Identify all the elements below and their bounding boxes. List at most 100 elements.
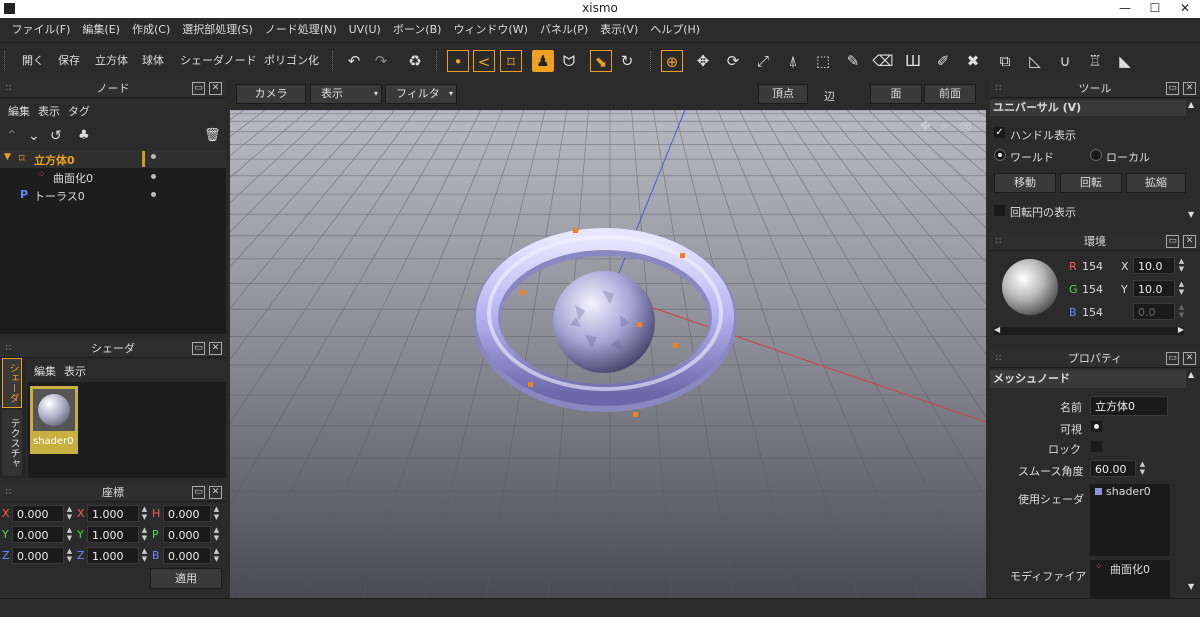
mirror-icon[interactable]: ✖ [962,50,984,72]
vertex-mode-icon[interactable]: • [447,50,469,72]
spin-icon[interactable]: ▲ ▼ [140,505,149,522]
light-z-input[interactable]: 0.0 [1133,303,1175,320]
tab-texture[interactable]: テクスチャ [2,410,22,476]
float-icon[interactable]: ▭ [192,81,205,95]
rect-select-icon[interactable]: ⬚ [812,50,834,72]
brush-icon[interactable]: ✐ [932,50,954,72]
name-input[interactable]: 立方体0 [1090,396,1168,416]
visible-dot[interactable] [151,174,156,179]
menu-bone[interactable]: ボーン(B) [387,18,448,42]
close-icon[interactable]: ✕ [209,341,222,355]
close-icon[interactable]: ✕ [1183,351,1196,365]
lock-checkbox[interactable] [1091,441,1102,452]
face-mode-icon[interactable]: ⌑ [500,50,522,72]
b-value[interactable]: 154 [1082,306,1103,319]
menu-edit[interactable]: 編集(E) [76,18,126,42]
float-icon[interactable]: ▭ [1166,234,1179,248]
undo-icon[interactable]: ↶ [343,50,365,72]
save-button[interactable]: 保存 [58,52,80,68]
scale-button[interactable]: 拡縮 [1126,173,1186,193]
scroll-down-icon[interactable]: ▼ [1188,582,1194,591]
maximize-button[interactable]: ☐ [1140,0,1170,18]
tree-row[interactable]: ⁘ 曲面化0 [0,168,226,186]
open-button[interactable]: 開く [22,52,44,68]
polygonize-button[interactable]: ポリゴン化 [264,52,319,68]
vertex-button[interactable]: 頂点 [758,84,808,104]
close-button[interactable]: ✕ [1170,0,1200,18]
paint-icon[interactable]: ◣ [1114,50,1136,72]
float-icon[interactable]: ▭ [192,485,205,499]
edge-button[interactable]: 辺 [824,88,835,104]
copy-icon[interactable]: ⧉ [994,50,1016,72]
front-button[interactable]: 前面 [924,84,976,104]
splitter[interactable] [226,80,230,598]
scale-x-input[interactable]: 1.000 [87,505,139,522]
move-down-icon[interactable]: ⌄ [28,128,40,144]
spin-icon[interactable]: ▲ ▼ [212,526,221,543]
move-up-icon[interactable]: ⌃ [6,128,18,144]
rot-h-input[interactable]: 0.000 [163,505,211,522]
tab-shader[interactable]: シェーダ [2,358,22,408]
menu-view[interactable]: 表示(V) [594,18,644,42]
r-value[interactable]: 154 [1082,260,1103,273]
close-icon[interactable]: ✕ [1183,81,1196,95]
modifier-list-box[interactable]: ⁘ 曲面化0 [1090,560,1170,598]
3d-viewport[interactable]: ✥ ⌕ ◎ [230,110,986,598]
trash-icon[interactable]: 🗑 [204,128,221,143]
light-y-input[interactable]: 10.0 [1133,280,1175,297]
spin-icon[interactable]: ▲ ▼ [1177,257,1186,274]
light-x-input[interactable]: 10.0 [1133,257,1175,274]
menu-node[interactable]: ノード処理(N) [259,18,343,42]
spin-icon[interactable]: ▲ ▼ [1177,303,1186,320]
spin-icon[interactable]: ▲ ▼ [212,505,221,522]
cube-button[interactable]: 立方体 [95,52,128,68]
float-icon[interactable]: ▭ [1166,81,1179,95]
redo-icon[interactable]: ↷ [370,50,392,72]
scroll-left-icon[interactable]: ◀ [994,325,1000,334]
pen-icon[interactable]: ✎ [842,50,864,72]
select-arrow-icon[interactable]: ⬊ [590,50,612,72]
tree-row-selected[interactable]: ▼ ⌑ 立方体0 [0,150,226,168]
camera-button[interactable]: カメラ [236,84,306,104]
rot-p-input[interactable]: 0.000 [163,526,211,543]
rotate-icon[interactable]: ⟳ [722,50,744,72]
globe-icon[interactable]: ⊕ [661,50,683,72]
shader-node-button[interactable]: シェーダノード [180,52,257,68]
menu-create[interactable]: 作成(C) [126,18,176,42]
menu-selection[interactable]: 選択部処理(S) [176,18,259,42]
pos-z-input[interactable]: 0.000 [12,547,64,564]
spin-icon[interactable]: ▲ ▼ [65,547,74,564]
menu-uv[interactable]: UV(U) [343,18,387,42]
spin-icon[interactable]: ▲ ▼ [140,547,149,564]
minimize-button[interactable]: — [1110,0,1140,18]
visible-checkbox[interactable] [1091,421,1102,432]
visible-dot[interactable] [151,154,156,159]
horizontal-scrollbar[interactable]: ◀ ▶ [994,325,1184,335]
parent-icon[interactable]: ↺ [50,128,62,144]
show-handle-checkbox[interactable]: ✓ [994,127,1005,138]
menu-file[interactable]: ファイル(F) [6,18,77,42]
knife-icon[interactable]: Ш [902,50,924,72]
edge-mode-icon[interactable]: < [473,50,495,72]
weight-icon[interactable]: ♖ [1084,50,1106,72]
face-button[interactable]: 面 [870,84,922,104]
lasso-icon[interactable]: ↻ [616,50,638,72]
group-icon[interactable]: ♣ [78,128,90,143]
close-icon[interactable]: ✕ [1183,234,1196,248]
rot-b-input[interactable]: 0.000 [163,547,211,564]
scroll-right-icon[interactable]: ▶ [1178,325,1184,334]
apply-button[interactable]: 適用 [150,568,222,589]
shader-thumb[interactable]: shader0 [30,386,78,454]
g-value[interactable]: 154 [1082,283,1103,296]
smooth-input[interactable]: 60.00 [1090,460,1136,477]
recycle-icon[interactable]: ♻ [404,50,426,72]
local-radio[interactable] [1090,149,1102,161]
shader-menu-edit[interactable]: 編集 [34,365,56,378]
node-menu-edit[interactable]: 編集 [8,105,30,118]
pivot-icon[interactable]: ⍋ [782,50,804,72]
node-menu-view[interactable]: 表示 [38,105,60,118]
butterfly-icon[interactable]: ᗢ [558,50,580,72]
close-icon[interactable]: ✕ [209,485,222,499]
menu-panel[interactable]: パネル(P) [534,18,594,42]
float-icon[interactable]: ▭ [192,341,205,355]
